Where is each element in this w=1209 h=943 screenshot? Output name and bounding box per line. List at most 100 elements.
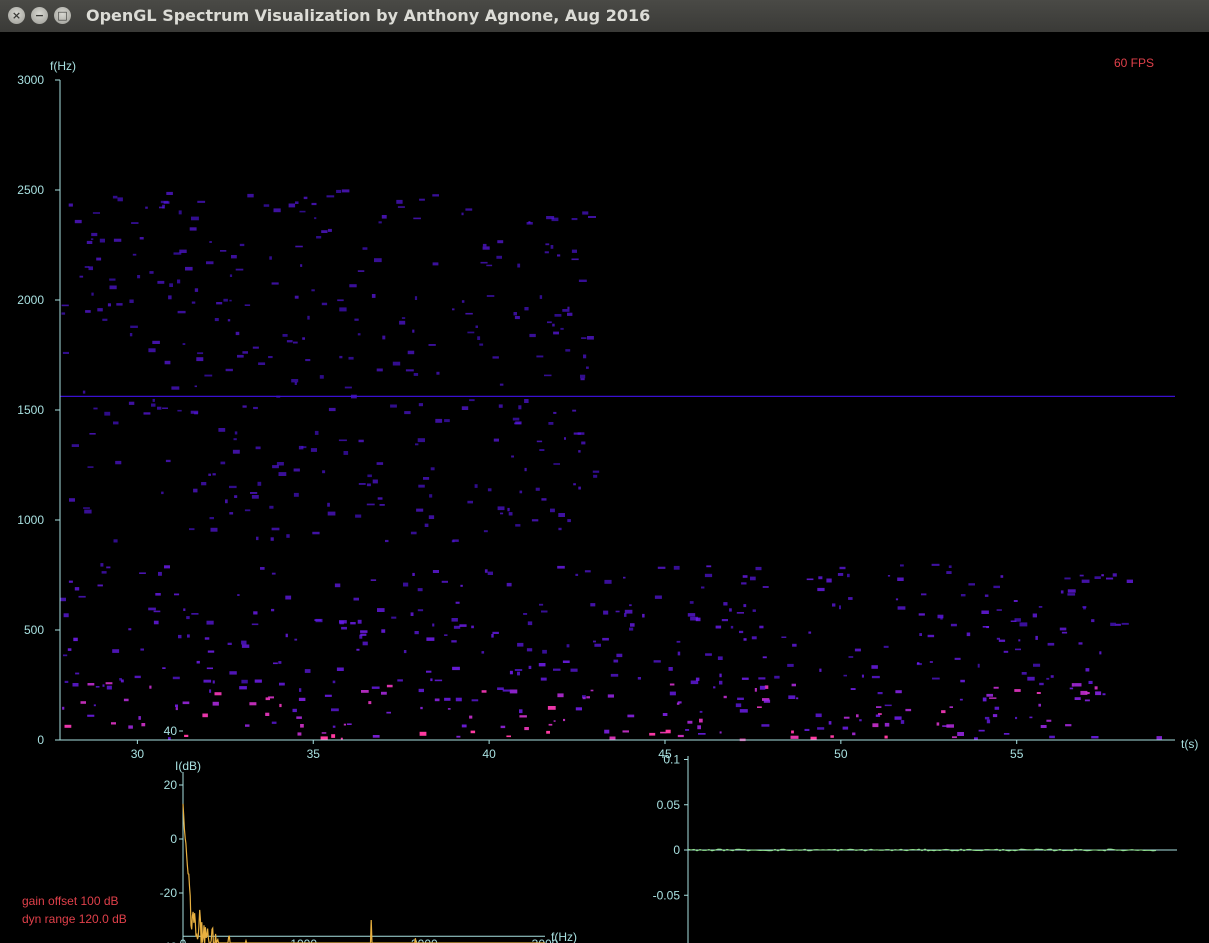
close-icon[interactable]: × [8, 7, 25, 24]
spectrogram-cell [269, 505, 274, 509]
spectrogram-cell [298, 697, 306, 701]
spectrogram-cell [687, 720, 693, 724]
spectrogram-cell [109, 278, 116, 281]
spectrogram-cell [244, 304, 251, 306]
spectrogram-cell [535, 487, 540, 491]
spectrogram-cell [486, 295, 495, 297]
spectrogram-cell [567, 306, 570, 310]
spectrogram-cell [334, 583, 341, 588]
waveform-y-tick-label: 0.1 [663, 753, 680, 767]
spectrogram-cell [590, 603, 596, 607]
spectrogram-cell [392, 361, 401, 366]
spectrogram-cell [163, 201, 170, 204]
spectrogram-cell [685, 729, 690, 731]
spectrogram-cell [346, 723, 352, 725]
spectrogram-cell [357, 270, 365, 272]
spectrogram-cell [225, 499, 228, 504]
title-bar: × − □ OpenGL Spectrum Visualization by A… [0, 0, 1209, 33]
spectrogram-cell [291, 379, 299, 383]
spectrogram-cell [623, 576, 626, 579]
spectrogram-cell [482, 246, 490, 250]
spectrogram-cell [432, 262, 439, 266]
spectrogram-cell [294, 638, 298, 641]
spectrogram-cell [295, 245, 303, 248]
spectrogram-cell [332, 725, 336, 728]
spectrogram-cell [74, 219, 82, 224]
spectrogram-cell [242, 351, 248, 354]
spectrogram-cell [368, 701, 372, 705]
spectrogram-cell [560, 327, 564, 330]
spectrogram-cell [1067, 589, 1076, 593]
spectrogram-cell [741, 582, 747, 585]
spectrogram-cell [897, 577, 904, 581]
spectrogram-cell [372, 735, 380, 738]
spectrogram-cell [673, 565, 680, 570]
spectrogram-cell [303, 196, 308, 200]
spectrogram-cell [276, 462, 284, 466]
spectrogram-cell [197, 200, 206, 203]
spectrogram-cell [131, 222, 139, 224]
spectrogram-cell [741, 677, 749, 680]
spectrogram-cell [524, 399, 529, 403]
spectrogram-cell [850, 688, 856, 690]
spectrogram-cell [1126, 579, 1133, 583]
spectrogram-cell [941, 710, 946, 714]
spectrogram-cell [986, 693, 993, 697]
spectrogram-cell [455, 601, 460, 604]
spectrogram-cell [604, 729, 610, 734]
spectrogram-cell [378, 221, 382, 224]
spectrogram-cell [1015, 648, 1021, 651]
spectrogram-cell [721, 619, 728, 622]
spectrogram-cell [968, 583, 975, 586]
spectrogram-cell [304, 669, 311, 673]
spectrogram-cell [343, 723, 346, 726]
gl-canvas[interactable]: 0 500 1000 1500 2000 2500 3000 30 35 40 45 50 55 f(Hz… [0, 32, 1209, 943]
spectrogram-cell [186, 616, 190, 620]
spectrogram-cell [61, 312, 66, 315]
spectrogram-cell [919, 633, 922, 636]
spectrogram-cell [227, 642, 232, 645]
spectrogram-cell [185, 266, 193, 271]
spectrogram-cell [1085, 692, 1090, 695]
spectrogram-cell [358, 483, 366, 485]
spectrogram-cell [429, 494, 433, 498]
spectrogram-cell [482, 243, 487, 247]
spectrogram-cell [676, 640, 681, 643]
spectrogram-cell [141, 723, 146, 727]
spectrogram-cell [977, 663, 980, 668]
spectrogram-cell [344, 386, 352, 389]
spectrogram-cell [580, 378, 585, 381]
spectrogram-cell [791, 683, 796, 687]
spectrogram-cell [931, 563, 940, 566]
spectrogram [60, 189, 1175, 742]
spectrogram-cell [101, 571, 107, 574]
spectrogram-cell [376, 368, 383, 372]
spectrogram-cell [452, 666, 460, 671]
spectrogram-cell [918, 613, 925, 616]
spectrogram-cell [152, 340, 160, 344]
minimize-icon[interactable]: − [31, 7, 48, 24]
spectrogram-cell [349, 284, 357, 288]
spectrogram-cell [359, 634, 363, 639]
spectrogram-cell [895, 690, 902, 694]
spectrogram-cell [669, 683, 675, 686]
spectrogram-cell [513, 312, 517, 316]
spectrogram-cell [1069, 687, 1074, 690]
spectrogram-cell [897, 606, 906, 610]
spectrogram-cell [129, 299, 134, 303]
maximize-icon[interactable]: □ [54, 7, 71, 24]
spectrogram-cell [297, 732, 302, 736]
spectrogram-cell [762, 586, 769, 588]
spectrogram-cell [112, 195, 118, 199]
spectrogram-cell [190, 410, 199, 414]
spectrogram-cell [629, 604, 632, 607]
spectrogram-cell [371, 686, 380, 689]
spectrogram-cell [1033, 663, 1041, 667]
spectrogram-cell [492, 631, 499, 634]
spectrogram-cell [1085, 668, 1090, 672]
spectrogram-cell [405, 369, 414, 372]
spectrogram-cell [1102, 693, 1106, 696]
spectrogram-cell [1029, 716, 1033, 719]
spectrogram-cell [517, 263, 521, 268]
spectrogram-cell [419, 731, 427, 736]
